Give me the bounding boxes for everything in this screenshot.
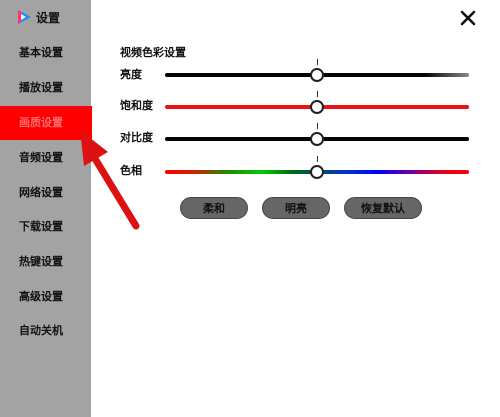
slider-tick: [317, 91, 318, 97]
sidebar-item-hotkeys[interactable]: 热键设置: [0, 245, 91, 279]
contrast-label: 对比度: [120, 131, 153, 144]
sidebar: 设置 基本设置 播放设置 画质设置 音频设置 网络设置 下载设置 热键设置 高级…: [0, 0, 92, 417]
sidebar-item-audio[interactable]: 音频设置: [0, 141, 91, 175]
section-title: 视频色彩设置: [120, 46, 186, 59]
restore-default-button[interactable]: 恢复默认: [344, 197, 422, 219]
bright-preset-button[interactable]: 明亮: [262, 197, 330, 219]
slider-tick: [317, 59, 318, 65]
brightness-slider-thumb[interactable]: [310, 68, 324, 82]
soft-preset-button[interactable]: 柔和: [180, 197, 248, 219]
slider-tick: [317, 156, 318, 162]
hue-label: 色相: [120, 164, 142, 177]
settings-title: 设置: [36, 10, 61, 25]
hue-slider-thumb[interactable]: [310, 165, 324, 179]
hue-slider[interactable]: [165, 156, 469, 179]
sidebar-item-picture-quality[interactable]: 画质设置: [0, 106, 92, 140]
brightness-slider[interactable]: [165, 59, 469, 82]
slider-tick: [317, 123, 318, 129]
sidebar-item-auto-shutdown[interactable]: 自动关机: [0, 314, 91, 348]
saturation-slider[interactable]: [165, 91, 469, 114]
contrast-slider[interactable]: [165, 123, 469, 146]
saturation-slider-thumb[interactable]: [310, 100, 324, 114]
saturation-label: 饱和度: [120, 99, 153, 112]
close-icon[interactable]: [458, 8, 478, 28]
sidebar-item-network[interactable]: 网络设置: [0, 176, 91, 210]
brightness-label: 亮度: [120, 68, 142, 81]
play-logo-icon: [18, 10, 31, 24]
app-header: 设置: [16, 8, 60, 26]
sidebar-item-advanced[interactable]: 高级设置: [0, 280, 91, 314]
sidebar-item-playback[interactable]: 播放设置: [0, 71, 91, 105]
sidebar-item-basic[interactable]: 基本设置: [0, 36, 91, 70]
sidebar-item-download[interactable]: 下载设置: [0, 210, 91, 244]
contrast-slider-thumb[interactable]: [310, 132, 324, 146]
